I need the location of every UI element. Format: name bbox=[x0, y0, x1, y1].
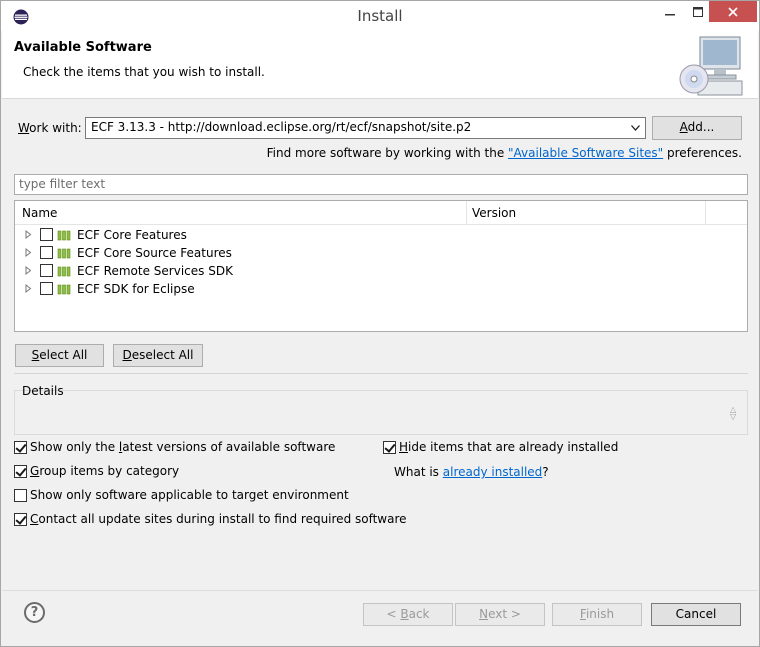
chevron-down-icon bbox=[631, 125, 640, 131]
find-more-text: Find more software by working with the "… bbox=[266, 146, 742, 160]
item-label: ECF Core Source Features bbox=[77, 246, 232, 260]
tree-header: Name Version bbox=[15, 201, 747, 225]
contact-sites-option[interactable]: Contact all update sites during install … bbox=[14, 512, 407, 528]
show-applicable-label: Show only software applicable to target … bbox=[30, 488, 349, 502]
add-site-button[interactable]: Add... bbox=[652, 116, 742, 140]
details-scroll-arrows[interactable]: △ ▽ bbox=[730, 406, 736, 421]
category-icon bbox=[57, 248, 71, 259]
hide-installed-option[interactable]: Hide items that are already installed bbox=[383, 440, 633, 456]
expand-arrow-icon[interactable] bbox=[25, 230, 32, 239]
item-label: ECF Remote Services SDK bbox=[77, 264, 233, 278]
show-latest-label: Show only the latest versions of availab… bbox=[30, 440, 336, 454]
close-button[interactable] bbox=[709, 1, 757, 22]
finish-button[interactable]: Finish bbox=[552, 603, 642, 626]
group-by-category-checkbox[interactable] bbox=[14, 465, 27, 478]
next-button[interactable]: Next > bbox=[455, 603, 545, 626]
tree-row[interactable]: ECF Core Source Features bbox=[15, 244, 747, 262]
category-icon bbox=[57, 266, 71, 277]
expand-arrow-icon[interactable] bbox=[25, 266, 32, 275]
already-installed-link[interactable]: already installed bbox=[443, 465, 543, 479]
category-icon bbox=[57, 230, 71, 241]
show-latest-option[interactable]: Show only the latest versions of availab… bbox=[14, 440, 344, 456]
work-with-value: ECF 3.13.3 - http://download.eclipse.org… bbox=[91, 120, 472, 134]
item-checkbox[interactable] bbox=[40, 282, 53, 295]
wizard-header: Available Software Check the items that … bbox=[2, 31, 758, 99]
contact-sites-label: Contact all update sites during install … bbox=[30, 512, 407, 526]
close-icon bbox=[728, 6, 738, 17]
column-name[interactable]: Name bbox=[22, 206, 57, 220]
help-button[interactable]: ? bbox=[24, 602, 45, 623]
tree-row[interactable]: ECF Core Features bbox=[15, 226, 747, 244]
expand-arrow-icon[interactable] bbox=[25, 284, 32, 293]
window-title: Install bbox=[357, 7, 403, 25]
item-label: ECF SDK for Eclipse bbox=[77, 282, 195, 296]
page-title: Available Software bbox=[14, 40, 152, 55]
contact-sites-checkbox[interactable] bbox=[14, 513, 27, 526]
cancel-button[interactable]: Cancel bbox=[651, 603, 741, 626]
tree-row[interactable]: ECF SDK for Eclipse bbox=[15, 280, 747, 298]
details-label: Details bbox=[22, 384, 64, 398]
button-bar-separator bbox=[2, 590, 758, 591]
work-with-combo[interactable]: ECF 3.13.3 - http://download.eclipse.org… bbox=[85, 117, 646, 139]
title-bar[interactable]: Install bbox=[1, 1, 759, 31]
tree-row[interactable]: ECF Remote Services SDK bbox=[15, 262, 747, 280]
filter-input[interactable]: type filter text bbox=[14, 174, 748, 195]
details-area[interactable] bbox=[14, 390, 748, 435]
item-label: ECF Core Features bbox=[77, 228, 187, 242]
column-separator[interactable] bbox=[705, 201, 706, 224]
expand-arrow-icon[interactable] bbox=[25, 248, 32, 257]
show-applicable-option[interactable]: Show only software applicable to target … bbox=[14, 488, 354, 504]
hide-installed-label: Hide items that are already installed bbox=[399, 440, 619, 454]
item-checkbox[interactable] bbox=[40, 246, 53, 259]
work-with-label: Work with: bbox=[18, 121, 82, 135]
group-by-category-option[interactable]: Group items by category bbox=[14, 464, 214, 480]
category-icon bbox=[57, 284, 71, 295]
what-is-installed-text: What is already installed? bbox=[394, 465, 549, 479]
hide-installed-checkbox[interactable] bbox=[383, 441, 396, 454]
group-by-category-label: Group items by category bbox=[30, 464, 180, 478]
back-button[interactable]: < Back bbox=[363, 603, 453, 626]
select-all-button[interactable]: Select All bbox=[15, 344, 104, 367]
show-applicable-checkbox[interactable] bbox=[14, 489, 27, 502]
install-banner-icon bbox=[679, 36, 743, 96]
minimize-icon bbox=[665, 13, 675, 15]
available-software-sites-link[interactable]: "Available Software Sites" bbox=[508, 146, 663, 160]
item-checkbox[interactable] bbox=[40, 264, 53, 277]
minimize-button[interactable] bbox=[656, 1, 684, 22]
maximize-icon bbox=[693, 6, 703, 17]
column-separator[interactable] bbox=[466, 201, 467, 224]
maximize-button[interactable] bbox=[684, 1, 712, 22]
item-checkbox[interactable] bbox=[40, 228, 53, 241]
show-latest-checkbox[interactable] bbox=[14, 441, 27, 454]
details-separator bbox=[14, 373, 748, 374]
deselect-all-button[interactable]: Deselect All bbox=[113, 344, 203, 367]
page-description: Check the items that you wish to install… bbox=[23, 65, 265, 79]
install-dialog: Install Available Software Check the ite… bbox=[0, 0, 760, 647]
software-tree: Name Version ECF Core Features ECF Core … bbox=[14, 200, 748, 332]
column-version[interactable]: Version bbox=[472, 206, 516, 220]
